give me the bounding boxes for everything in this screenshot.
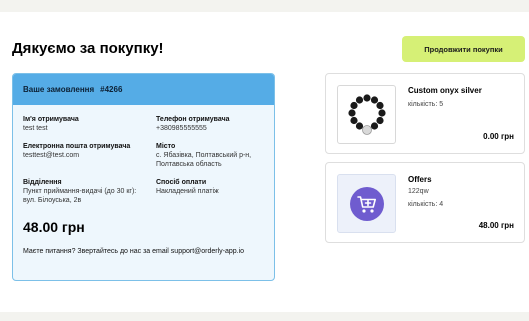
order-details: Ім'я отримувача test test Телефон отриму…: [13, 105, 274, 267]
recipient-label: Ім'я отримувача: [23, 116, 79, 123]
product-name: Offers: [408, 175, 432, 184]
order-card: Ваше замовлення #4266 Ім'я отримувача te…: [12, 73, 275, 281]
branch-field: Відділення Пункт приймання-видачі (до 30…: [23, 178, 146, 205]
payment-value: Накладений платіж: [156, 188, 219, 195]
page-title: Дякуємо за покупку!: [12, 40, 164, 57]
city-value: с. Ябазівка, Полтавський р-н, Полтавська…: [156, 152, 252, 168]
support-text: Маєте питання? Звертайтесь до нас за ema…: [23, 248, 245, 255]
product-name: Custom onyx silver: [408, 86, 482, 95]
page: Дякуємо за покупку! Продовжити покупки В…: [0, 0, 529, 321]
product-quantity: кількість: 5: [408, 101, 444, 108]
product-thumbnail: [337, 85, 396, 144]
product-quantity: кількість: 4: [408, 201, 444, 208]
order-total: 48.00 грн: [23, 219, 85, 235]
phone-value: +380985555555: [156, 125, 207, 132]
product-price: 0.00 грн: [483, 132, 514, 141]
phone-field: Телефон отримувача +380985555555: [156, 115, 274, 133]
bracelet-image: [347, 93, 386, 135]
phone-label: Телефон отримувача: [156, 116, 230, 123]
payment-label: Спосіб оплати: [156, 179, 207, 186]
order-header: Ваше замовлення #4266: [13, 74, 274, 105]
order-heading: Ваше замовлення: [23, 85, 95, 94]
product-thumbnail: [337, 174, 396, 233]
city-field: Місто с. Ябазівка, Полтавський р-н, Полт…: [156, 142, 274, 169]
email-field: Електронна пошта отримувача testtest@tes…: [23, 142, 146, 169]
recipient-value: test test: [23, 125, 48, 132]
recipient-field: Ім'я отримувача test test: [23, 115, 146, 133]
cart-plus-icon: [349, 186, 384, 221]
product-price: 48.00 грн: [478, 221, 514, 230]
continue-shopping-button[interactable]: Продовжити покупки: [402, 36, 525, 62]
product-card: Custom onyx silver кількість: 5 0.00 грн: [325, 73, 525, 154]
email-value: testtest@test.com: [23, 152, 80, 159]
payment-field: Спосіб оплати Накладений платіж: [156, 178, 274, 205]
city-label: Місто: [156, 143, 176, 150]
product-extra: 122qw: [408, 188, 429, 195]
branch-value: Пункт приймання-видачі (до 30 кг): вул. …: [23, 188, 137, 204]
email-label: Електронна пошта отримувача: [23, 143, 131, 150]
product-card: Offers 122qw кількість: 4 48.00 грн: [325, 162, 525, 243]
order-number: #4266: [100, 85, 123, 94]
branch-label: Відділення: [23, 179, 62, 186]
